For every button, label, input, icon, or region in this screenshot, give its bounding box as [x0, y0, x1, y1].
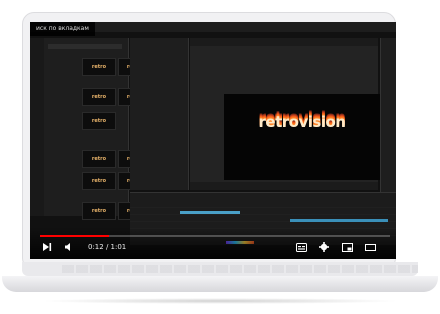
theater-mode-button[interactable] [363, 240, 377, 254]
volume-icon [65, 243, 70, 251]
project-panel [130, 38, 189, 190]
progress-bar[interactable] [40, 235, 390, 237]
effect-thumbnail[interactable]: retro [82, 150, 116, 168]
effect-thumbnail[interactable]: retro [82, 172, 116, 190]
effects-panel: retro retro retro retro retro retro retr… [30, 38, 150, 220]
composition-panel: retrovision [190, 38, 380, 190]
retrovision-logo: retrovision [224, 112, 380, 131]
laptop-shadow [40, 298, 400, 304]
miniplayer-icon [341, 242, 353, 252]
composition-viewer: retrovision [224, 94, 380, 180]
subtitles-icon [295, 242, 307, 252]
effect-thumbnail[interactable]: retro [82, 58, 116, 76]
settings-icon [319, 242, 329, 252]
thumbnail-label: retro [91, 64, 107, 70]
volume-button[interactable] [62, 240, 76, 254]
next-button[interactable] [40, 240, 54, 254]
thumbnail-label: retro [91, 156, 107, 162]
video-title-overlay: иск по вкладкам [30, 22, 95, 36]
logo-text: retrovision [258, 113, 346, 131]
timeline-clip[interactable] [290, 219, 388, 222]
thumbnail-label: retro [91, 208, 107, 214]
properties-panel [380, 38, 396, 216]
thumbnail-label: retro [91, 118, 107, 124]
next-icon [43, 243, 52, 251]
thumbnail-label: retro [91, 178, 107, 184]
subtitles-button[interactable] [294, 240, 308, 254]
time-display: 0:12 / 1:01 [88, 243, 127, 251]
keyboard-deck [22, 262, 418, 276]
progress-fill [40, 235, 109, 237]
timeline-clip[interactable] [180, 211, 240, 214]
viewer-toolbar [190, 182, 378, 190]
thumbnail-label: retro [91, 94, 107, 100]
laptop-base [2, 262, 438, 302]
laptop-base-edge [2, 276, 438, 292]
effect-thumbnail[interactable]: retro [82, 88, 116, 106]
video-screen[interactable]: retro retro retro retro retro retro retr… [30, 22, 396, 259]
miniplayer-button[interactable] [340, 240, 354, 254]
effects-search [48, 44, 122, 49]
keyboard [62, 265, 418, 273]
tool-rail [30, 38, 44, 216]
theater-icon [364, 243, 376, 251]
effect-thumbnail[interactable]: retro [82, 202, 116, 220]
effect-thumbnail[interactable]: retro [82, 112, 116, 130]
settings-button[interactable] [317, 240, 331, 254]
composition-tabs [190, 38, 378, 46]
